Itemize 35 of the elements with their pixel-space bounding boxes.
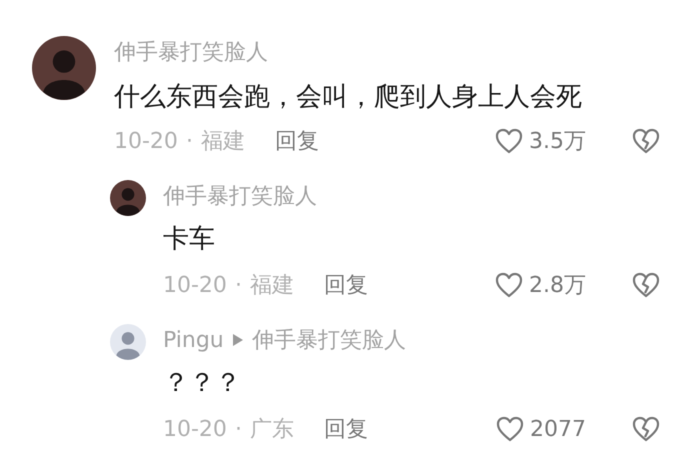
reply-link[interactable]: 回复	[324, 270, 368, 300]
dislike-button[interactable]	[632, 128, 660, 154]
comment-text: 卡车	[163, 223, 216, 255]
like-button[interactable]: 3.5万	[495, 126, 586, 156]
avatar-icon	[110, 324, 146, 360]
avatar-icon	[32, 36, 96, 100]
broken-heart-icon	[632, 272, 660, 298]
author-name: Pingu	[163, 328, 224, 352]
author-name: 伸手暴打笑脸人	[114, 39, 268, 67]
comment-region: 福建	[200, 128, 245, 156]
like-button[interactable]: 2077	[496, 416, 586, 442]
heart-icon	[495, 128, 523, 154]
comment-date: 10-20	[114, 128, 178, 154]
comment-date: 10-20	[163, 272, 227, 298]
broken-heart-icon	[632, 416, 660, 442]
heart-icon	[495, 272, 523, 298]
comment-text: ？？？	[163, 367, 242, 399]
dislike-button[interactable]	[632, 272, 660, 298]
comment-region: 广东	[250, 416, 294, 444]
reply-link[interactable]: 回复	[274, 126, 319, 156]
comment-date: 10-20	[163, 416, 227, 442]
separator-dot: ·	[234, 416, 242, 442]
separator-dot: ·	[234, 272, 242, 298]
dislike-button[interactable]	[632, 416, 660, 442]
heart-icon	[496, 416, 524, 442]
author-name: 伸手暴打笑脸人	[163, 183, 317, 211]
reply-to-name: 伸手暴打笑脸人	[252, 327, 406, 355]
play-arrow-icon	[232, 333, 244, 347]
separator-dot: ·	[186, 128, 193, 154]
comment-text: 什么东西会跑，会叫，爬到人身上人会死	[114, 81, 583, 113]
like-button[interactable]: 2.8万	[495, 270, 586, 300]
broken-heart-icon	[632, 128, 660, 154]
reply-link[interactable]: 回复	[324, 414, 368, 444]
avatar-icon	[110, 180, 146, 216]
comment-region: 福建	[250, 272, 294, 300]
